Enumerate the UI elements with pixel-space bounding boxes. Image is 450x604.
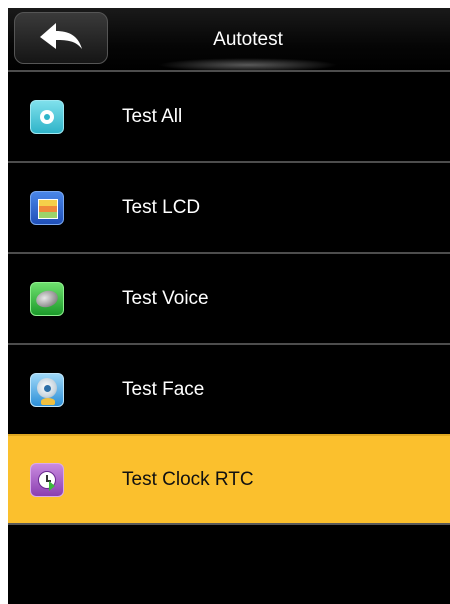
device-screen: Autotest Test All Test LCD Test Voice Te…: [8, 8, 450, 604]
test-all-icon: [30, 99, 64, 134]
menu-item-test-all[interactable]: Test All: [8, 70, 450, 161]
menu-item-label: Test Clock RTC: [122, 468, 254, 490]
menu-item-label: Test Voice: [122, 287, 209, 309]
menu-item-label: Test Face: [122, 378, 205, 400]
menu-item-test-lcd[interactable]: Test LCD: [8, 161, 450, 252]
menu-item-test-voice[interactable]: Test Voice: [8, 252, 450, 343]
menu-item-test-face[interactable]: Test Face: [8, 343, 450, 434]
back-arrow-icon: [40, 23, 82, 49]
speaker-icon: [30, 281, 64, 316]
menu-item-label: Test LCD: [122, 196, 201, 218]
lcd-icon: [30, 190, 64, 225]
menu-item-label: Test All: [122, 105, 183, 127]
menu-item-test-clock-rtc[interactable]: Test Clock RTC: [8, 434, 450, 525]
camera-icon: [30, 372, 64, 407]
back-button[interactable]: [14, 12, 108, 64]
header-bar: Autotest: [8, 8, 450, 72]
autotest-menu: Test All Test LCD Test Voice Test Face T…: [8, 70, 450, 525]
page-title: Autotest: [213, 29, 283, 50]
clock-icon: [30, 462, 64, 497]
